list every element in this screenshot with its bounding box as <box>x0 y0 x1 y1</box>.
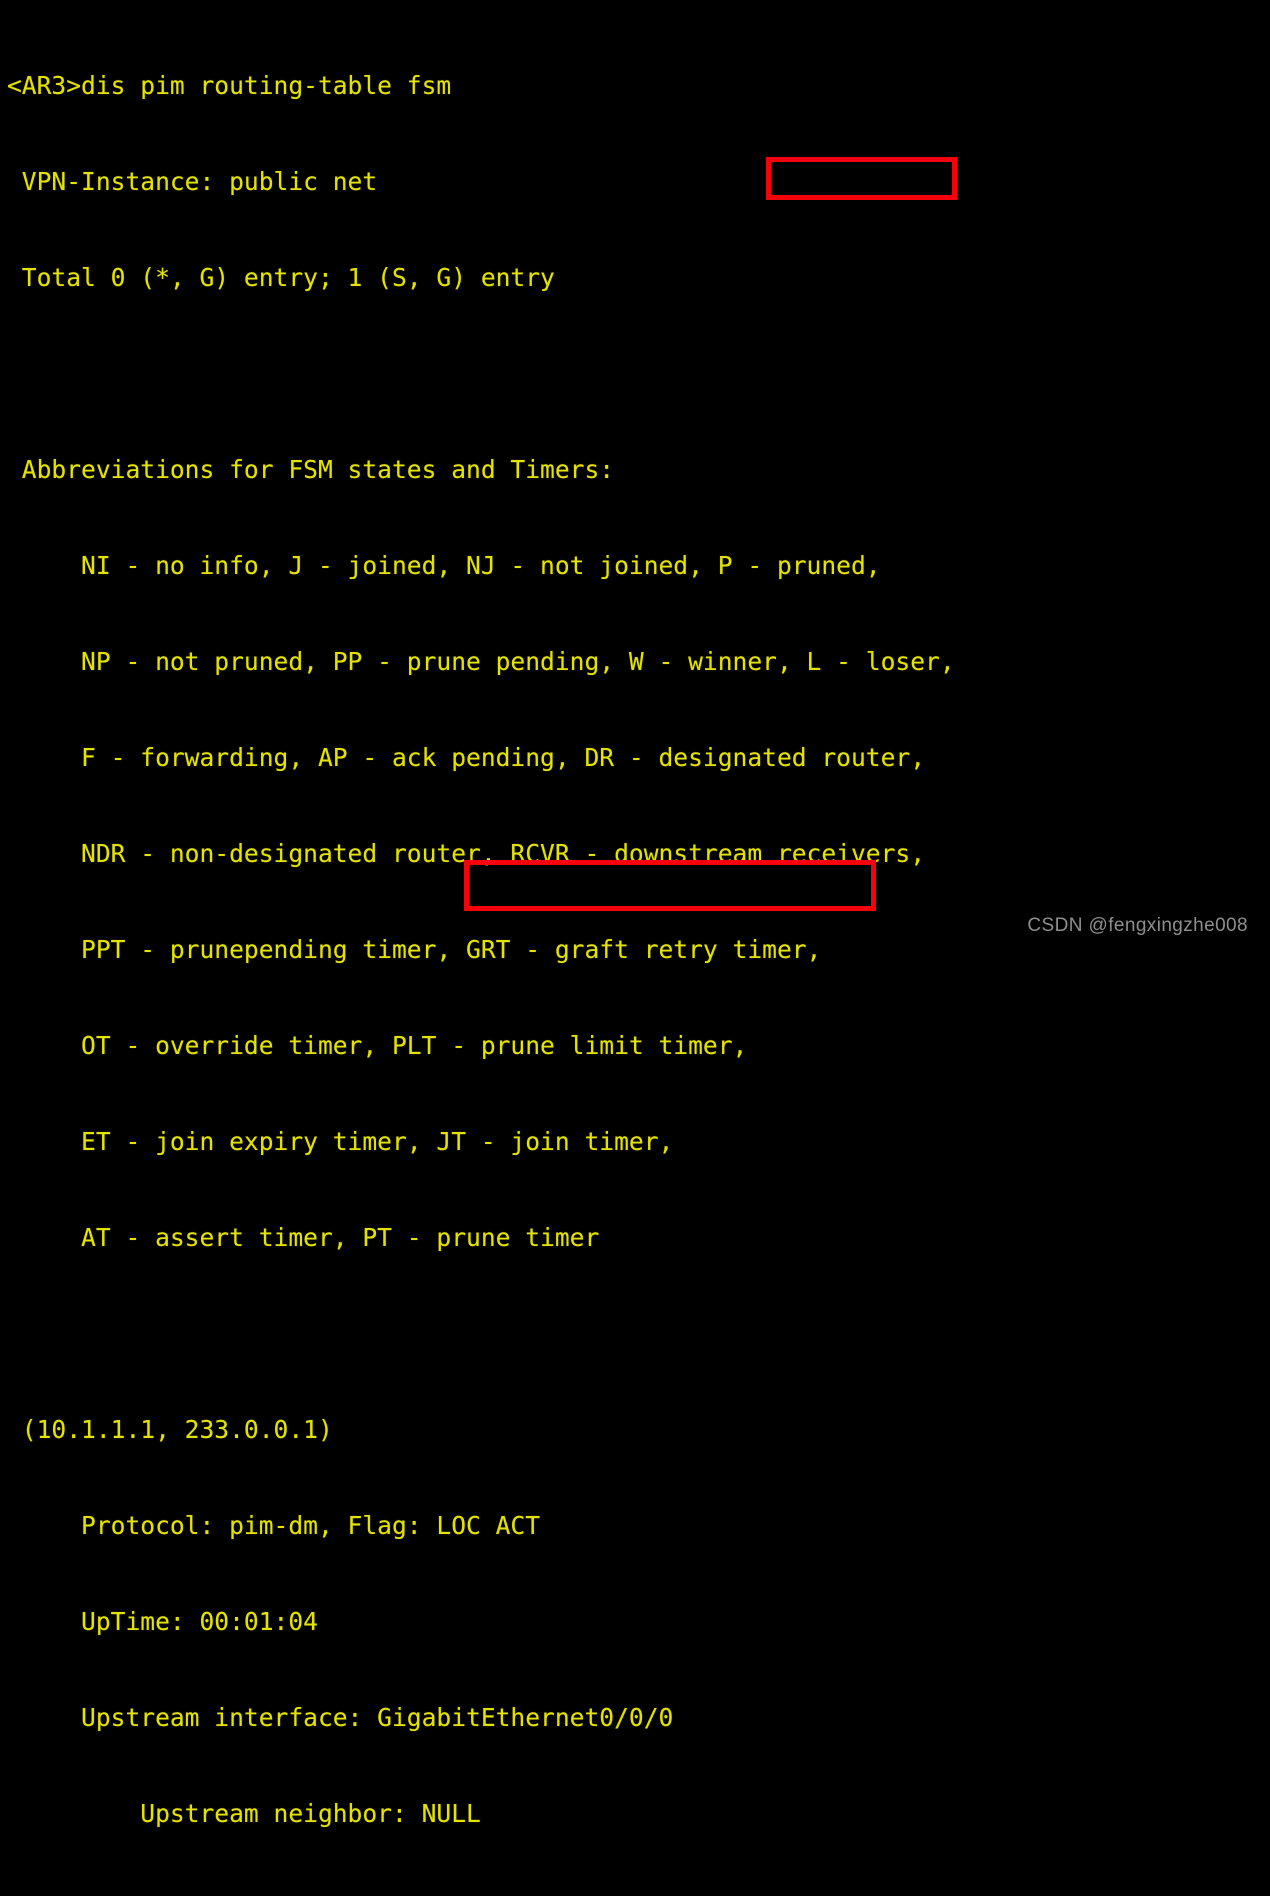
watermark-text: CSDN @fengxingzhe008 <box>1027 915 1248 936</box>
terminal-window: <AR3>dis pim routing-table fsm VPN-Insta… <box>0 0 1270 1896</box>
terminal-line: NI - no info, J - joined, NJ - not joine… <box>7 551 881 580</box>
terminal-line: OT - override timer, PLT - prune limit t… <box>7 1031 748 1060</box>
terminal-line: F - forwarding, AP - ack pending, DR - d… <box>7 743 926 772</box>
terminal-line: ET - join expiry timer, JT - join timer, <box>7 1127 674 1156</box>
terminal-output: <AR3>dis pim routing-table fsm VPN-Insta… <box>7 6 1270 1896</box>
terminal-line: Protocol: pim-dm, Flag: LOC ACT <box>7 1511 541 1540</box>
terminal-line: Upstream neighbor: NULL <box>7 1799 481 1828</box>
terminal-line: Abbreviations for FSM states and Timers: <box>7 455 615 484</box>
terminal-line: Upstream interface: GigabitEthernet0/0/0 <box>7 1703 674 1732</box>
terminal-line: AT - assert timer, PT - prune timer <box>7 1223 600 1252</box>
terminal-line: Total 0 (*, G) entry; 1 (S, G) entry <box>7 263 555 292</box>
terminal-line: NDR - non-designated router, RCVR - down… <box>7 839 926 868</box>
terminal-line: NP - not pruned, PP - prune pending, W -… <box>7 647 955 676</box>
terminal-line: VPN-Instance: public net <box>7 167 378 196</box>
terminal-line: RPF prime neighbor: NULL <box>7 1894 1270 1896</box>
terminal-line: <AR3>dis pim routing-table fsm <box>7 71 452 100</box>
terminal-line: (10.1.1.1, 233.0.0.1) <box>7 1415 333 1444</box>
terminal-line: UpTime: 00:01:04 <box>7 1607 318 1636</box>
